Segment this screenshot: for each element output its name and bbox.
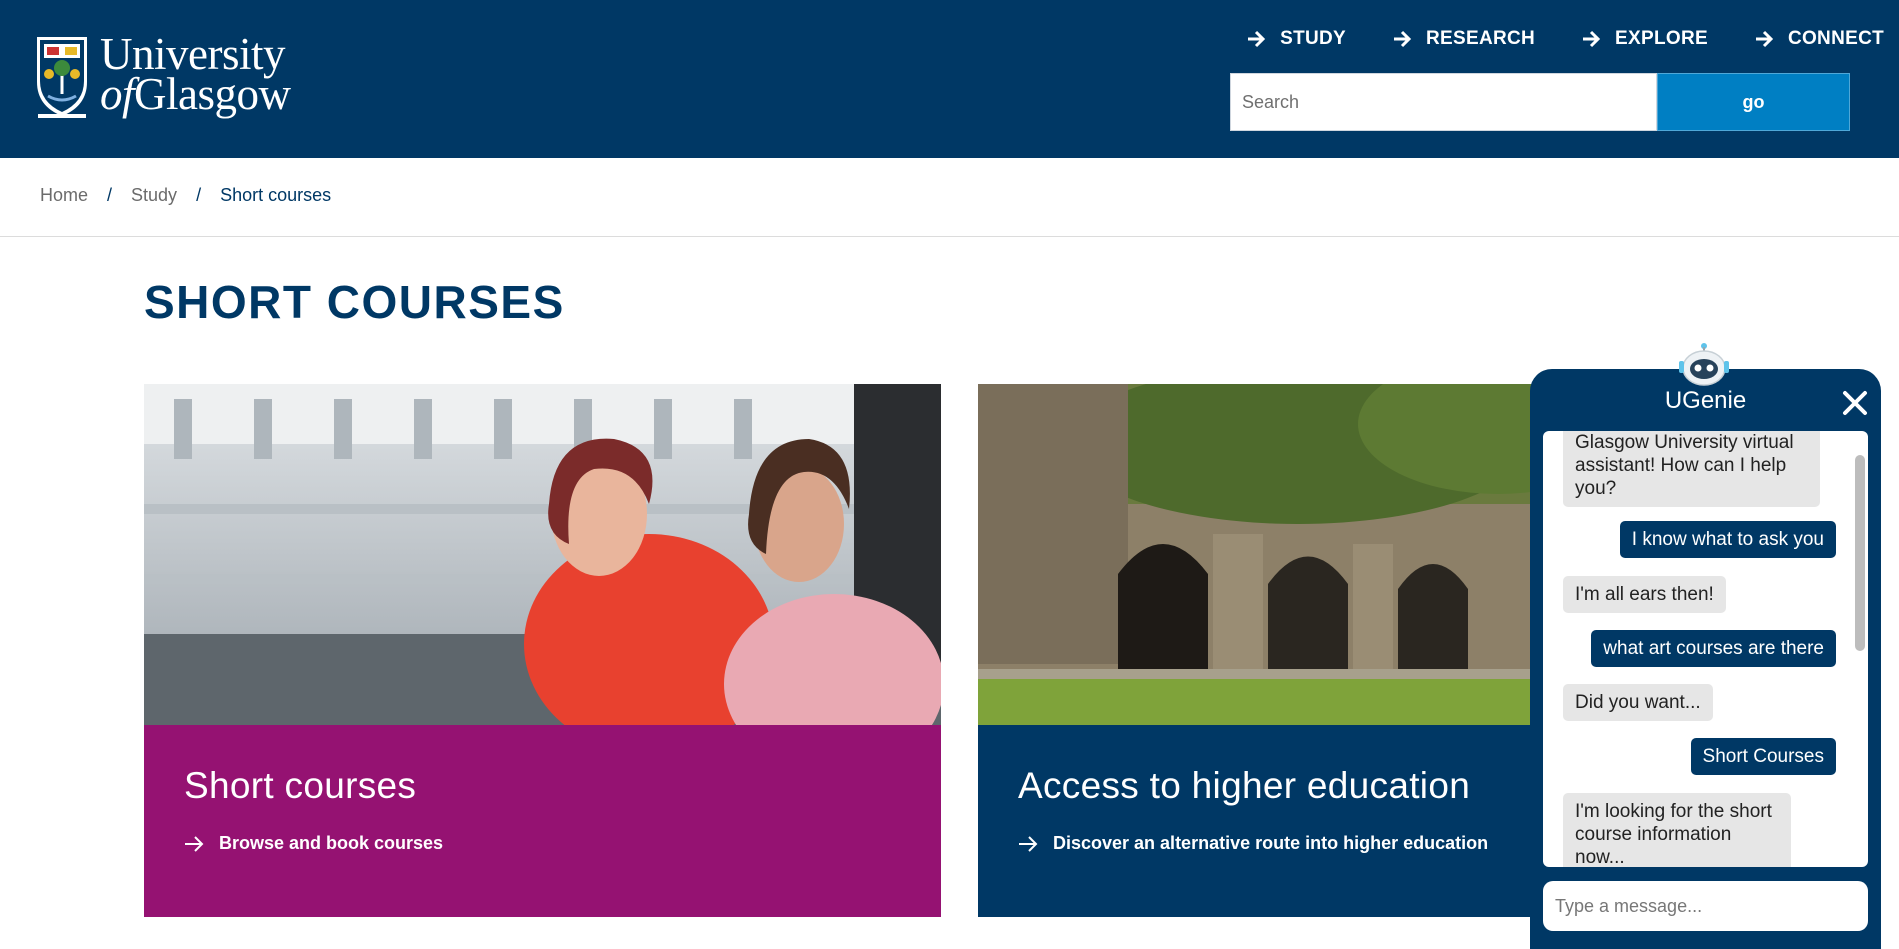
chat-message-log[interactable]: Glasgow University virtual assistant! Ho… [1543, 431, 1868, 867]
logo-line2: Glasgow [134, 69, 291, 119]
arrow-right-icon [1583, 30, 1601, 48]
breadcrumb-home[interactable]: Home [40, 185, 88, 206]
search-input[interactable] [1230, 73, 1657, 131]
search-go-button[interactable]: go [1657, 73, 1850, 131]
chat-message-bot: I'm all ears then! [1563, 576, 1726, 613]
arrow-right-icon [1755, 30, 1774, 48]
breadcrumb-divider [0, 236, 1899, 237]
card-link-label: Discover an alternative route into highe… [1053, 833, 1489, 853]
nav-study[interactable]: STUDY [1247, 28, 1346, 50]
close-icon[interactable] [1841, 389, 1869, 417]
card-image-students [144, 384, 941, 725]
breadcrumb-current: Short courses [220, 185, 332, 205]
card-body: Short courses Browse and book courses [144, 725, 941, 917]
nav-research-label: RESEARCH [1426, 28, 1536, 49]
nav-explore-label: EXPLORE [1615, 28, 1708, 49]
chat-scrollbar-thumb[interactable] [1855, 455, 1865, 651]
card-title: Short courses [184, 765, 417, 806]
logo-of: of [100, 69, 135, 119]
site-search: go [1230, 73, 1850, 131]
crest-icon [37, 37, 87, 118]
card-short-courses[interactable]: Short courses Browse and book courses [144, 384, 941, 917]
arrow-right-icon [1019, 835, 1038, 852]
chat-message-user: Short Courses [1690, 738, 1836, 775]
nav-research[interactable]: RESEARCH [1393, 28, 1535, 50]
breadcrumb-separator: / [107, 185, 113, 205]
main-nav: STUDY RESEARCH EXPLORE CONNECT [1200, 28, 1884, 50]
robot-icon [1679, 343, 1729, 386]
card-title: Access to higher education [1018, 765, 1471, 806]
chat-message-bot: I'm looking for the short course informa… [1563, 793, 1791, 867]
nav-study-label: STUDY [1280, 28, 1347, 49]
site-header: University ofGlasgow STUDY RESEARCH EXPL… [0, 0, 1899, 158]
card-link[interactable]: Browse and book courses [184, 833, 901, 854]
nav-explore[interactable]: EXPLORE [1582, 28, 1708, 50]
page-title: SHORT COURSES [144, 276, 565, 328]
chat-message-user: what art courses are there [1591, 630, 1836, 667]
chat-widget: UGenie Glasgow University virtual assist… [1530, 369, 1881, 949]
nav-connect[interactable]: CONNECT [1755, 28, 1884, 50]
card-link[interactable]: Discover an alternative route into highe… [1018, 833, 1588, 854]
breadcrumb: Home / Study / Short courses [40, 185, 331, 206]
chat-message-bot: Glasgow University virtual assistant! Ho… [1563, 431, 1820, 507]
logo-text: University ofGlasgow [100, 32, 291, 117]
university-logo[interactable]: University ofGlasgow [34, 32, 291, 119]
card-link-label: Browse and book courses [219, 833, 444, 853]
arrow-right-icon [185, 835, 204, 852]
chat-message-user: I know what to ask you [1619, 521, 1836, 558]
nav-connect-label: CONNECT [1787, 28, 1884, 49]
breadcrumb-study[interactable]: Study [131, 185, 177, 206]
arrow-right-icon [1394, 30, 1412, 48]
chat-title: UGenie [1664, 387, 1747, 414]
breadcrumb-separator: / [196, 185, 202, 205]
arrow-right-icon [1248, 30, 1266, 48]
chat-message-input[interactable] [1543, 881, 1868, 931]
chat-message-bot: Did you want... [1563, 684, 1713, 721]
